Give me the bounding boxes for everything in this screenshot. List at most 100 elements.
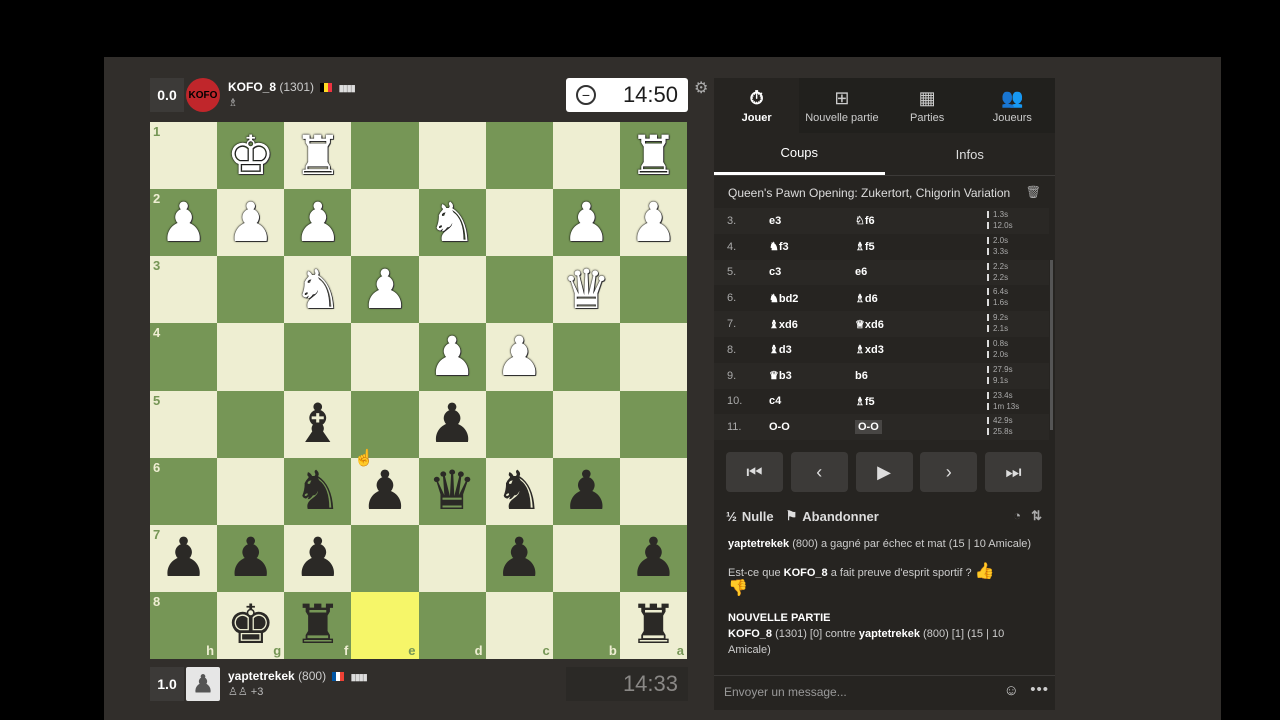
tab-players[interactable]: 👥 Joueurs bbox=[969, 78, 1055, 133]
white-pawn-piece[interactable]: ♟ bbox=[428, 329, 476, 384]
square-e8[interactable]: e bbox=[351, 591, 419, 659]
white-knight-piece[interactable]: ♞ bbox=[294, 262, 342, 317]
square-b6[interactable]: ♟ bbox=[552, 457, 620, 525]
next-move-button[interactable]: › bbox=[920, 452, 978, 492]
black-move[interactable]: O-O bbox=[855, 420, 882, 435]
tab-play[interactable]: ⏱ Jouer bbox=[714, 78, 800, 133]
black-move[interactable]: ♗xd3 bbox=[855, 344, 884, 356]
square-a8[interactable]: a ♜ bbox=[619, 591, 687, 659]
black-queen-piece[interactable]: ♛ bbox=[428, 464, 476, 518]
white-move[interactable]: e3 bbox=[769, 215, 855, 227]
square-d1[interactable] bbox=[418, 122, 486, 190]
square-b7[interactable] bbox=[552, 524, 620, 592]
square-f5[interactable]: ♝ bbox=[284, 390, 352, 458]
white-move[interactable]: ♛b3 bbox=[769, 369, 855, 382]
black-rook-piece[interactable]: ♜ bbox=[629, 598, 677, 652]
square-a7[interactable]: ♟ bbox=[619, 524, 687, 592]
black-bishop-piece[interactable]: ♝ bbox=[294, 397, 342, 451]
square-e2[interactable] bbox=[351, 189, 419, 257]
square-f7[interactable]: ♟ bbox=[284, 524, 352, 592]
black-move[interactable]: b6 bbox=[855, 370, 868, 382]
white-move[interactable]: c3 bbox=[769, 266, 855, 278]
white-rook-piece[interactable]: ♜ bbox=[629, 128, 677, 183]
square-g7[interactable]: ♟ bbox=[217, 524, 285, 592]
black-move[interactable]: ♗f5 bbox=[855, 241, 875, 253]
square-c5[interactable] bbox=[485, 390, 553, 458]
last-move-button[interactable]: ⏭ bbox=[985, 452, 1042, 492]
square-h8[interactable]: 8h bbox=[150, 591, 218, 659]
square-h4[interactable]: 4 bbox=[150, 323, 218, 391]
square-g6[interactable] bbox=[217, 457, 285, 525]
square-c4[interactable]: ♟ bbox=[485, 323, 553, 391]
previous-move-button[interactable]: ‹ bbox=[790, 452, 848, 492]
square-c7[interactable]: ♟ bbox=[485, 524, 553, 592]
square-d5[interactable]: ♟ bbox=[418, 390, 486, 458]
black-pawn-piece[interactable]: ♟ bbox=[159, 531, 207, 585]
square-a6[interactable] bbox=[619, 457, 687, 525]
square-d7[interactable] bbox=[418, 524, 486, 592]
square-f6[interactable]: ♞ bbox=[284, 457, 352, 525]
white-move[interactable]: ♝d3 bbox=[769, 343, 855, 356]
resign-button[interactable]: ⚑ Abandonner bbox=[786, 508, 879, 524]
more-options-icon[interactable]: ••• bbox=[1030, 681, 1049, 698]
black-pawn-piece[interactable]: ♟ bbox=[629, 531, 677, 585]
white-move[interactable]: O-O bbox=[769, 421, 855, 433]
white-knight-piece[interactable]: ♞ bbox=[428, 195, 476, 250]
black-pawn-piece[interactable]: ♟ bbox=[294, 531, 342, 585]
black-pawn-piece[interactable]: ♟ bbox=[562, 464, 610, 518]
square-f2[interactable]: ♟ bbox=[284, 189, 352, 257]
first-move-button[interactable]: ⏮ bbox=[726, 452, 783, 492]
square-h7[interactable]: 7 ♟ bbox=[150, 524, 218, 592]
square-h2[interactable]: 2 ♟ bbox=[150, 189, 218, 257]
white-pawn-piece[interactable]: ♟ bbox=[562, 195, 610, 250]
square-f3[interactable]: ♞ bbox=[284, 256, 352, 324]
square-b1[interactable] bbox=[552, 122, 620, 190]
square-a5[interactable] bbox=[619, 390, 687, 458]
square-b5[interactable] bbox=[552, 390, 620, 458]
black-knight-piece[interactable]: ♞ bbox=[294, 464, 342, 518]
black-king-piece[interactable]: ♚ bbox=[226, 598, 274, 652]
square-g5[interactable] bbox=[217, 390, 285, 458]
square-e7[interactable] bbox=[351, 524, 419, 592]
tab-new-game[interactable]: ⊞ Nouvelle partie bbox=[799, 78, 885, 133]
bottom-player-name[interactable]: yaptetrekek bbox=[228, 669, 295, 683]
top-player-avatar[interactable]: KOFO bbox=[186, 78, 220, 112]
white-pawn-piece[interactable]: ♟ bbox=[629, 195, 677, 250]
square-g1[interactable]: ♚ bbox=[217, 122, 285, 190]
black-knight-piece[interactable]: ♞ bbox=[495, 464, 543, 518]
white-rook-piece[interactable]: ♜ bbox=[294, 128, 342, 183]
thumbs-down-icon[interactable]: 👎 bbox=[728, 580, 748, 597]
black-move[interactable]: ♗d6 bbox=[855, 293, 878, 305]
analysis-icon[interactable]: ◔ bbox=[1013, 508, 1021, 524]
flip-board-icon[interactable]: ⇅ bbox=[1031, 508, 1042, 524]
square-a3[interactable] bbox=[619, 256, 687, 324]
square-a1[interactable]: ♜ bbox=[619, 122, 687, 190]
play-button[interactable]: ▶ bbox=[855, 452, 913, 492]
square-d3[interactable] bbox=[418, 256, 486, 324]
white-pawn-piece[interactable]: ♟ bbox=[361, 262, 409, 317]
square-g3[interactable] bbox=[217, 256, 285, 324]
white-move[interactable]: ♞f3 bbox=[769, 240, 855, 253]
black-move[interactable]: e6 bbox=[855, 266, 867, 278]
white-pawn-piece[interactable]: ♟ bbox=[159, 195, 207, 250]
emoji-icon[interactable]: ☺ bbox=[1004, 682, 1019, 699]
message-input[interactable] bbox=[722, 680, 986, 704]
square-e3[interactable]: ♟ bbox=[351, 256, 419, 324]
winner-name[interactable]: yaptetrekek bbox=[728, 538, 789, 550]
square-g8[interactable]: g ♚ bbox=[217, 591, 285, 659]
bottom-player-avatar[interactable]: ♟ bbox=[186, 667, 220, 701]
white-move[interactable]: c4 bbox=[769, 395, 855, 407]
black-pawn-piece[interactable]: ♟ bbox=[226, 531, 274, 585]
tab-moves[interactable]: Coups bbox=[714, 133, 885, 175]
black-move[interactable]: ♘f6 bbox=[855, 215, 875, 227]
black-move[interactable]: ♕xd6 bbox=[855, 319, 884, 331]
square-h3[interactable]: 3 bbox=[150, 256, 218, 324]
white-pawn-piece[interactable]: ♟ bbox=[226, 195, 274, 250]
black-pawn-piece[interactable]: ♟ bbox=[361, 464, 409, 518]
square-f4[interactable] bbox=[284, 323, 352, 391]
new-game-white[interactable]: KOFO_8 bbox=[728, 628, 772, 640]
square-b4[interactable] bbox=[552, 323, 620, 391]
white-queen-piece[interactable]: ♛ bbox=[562, 262, 610, 317]
square-b8[interactable]: b bbox=[552, 591, 620, 659]
white-king-piece[interactable]: ♚ bbox=[226, 128, 274, 183]
